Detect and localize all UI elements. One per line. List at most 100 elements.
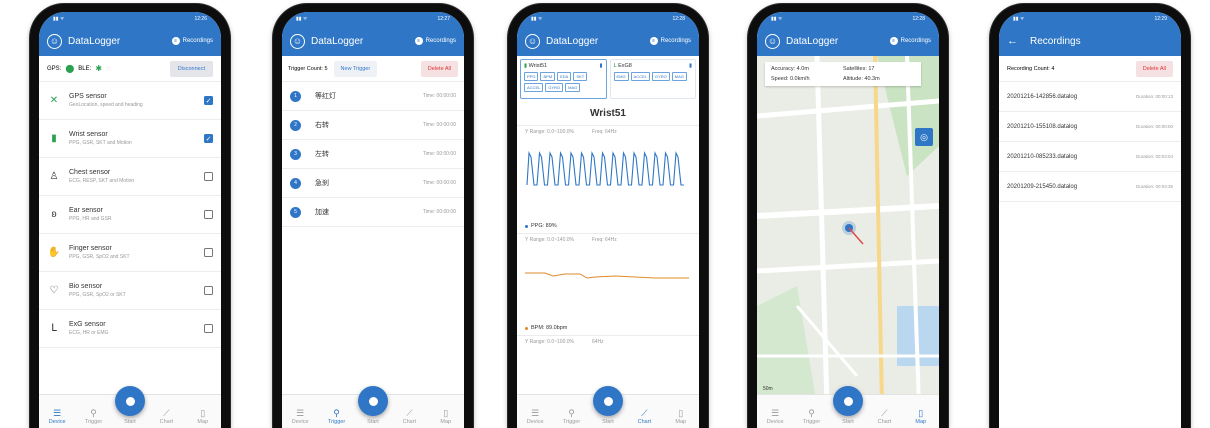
sensor-name: Chest sensor <box>69 169 111 176</box>
nav-start[interactable]: Start <box>833 418 863 425</box>
nav-chart[interactable]: ⟋ Chart <box>394 408 424 425</box>
sensor-name: ExG sensor <box>69 321 106 328</box>
battery-icon: ▮ <box>599 63 603 69</box>
sensor-checkbox[interactable]: ✓ <box>204 134 213 143</box>
recordings-button[interactable]: ≡ Recordings <box>649 37 691 45</box>
channel-chip[interactable]: SKT <box>573 72 588 81</box>
app-bar: ← Recordings <box>999 26 1181 56</box>
disconnect-button[interactable]: Disconnect <box>169 60 213 77</box>
nav-trigger[interactable]: ⚲ Trigger <box>322 408 352 425</box>
channel-chip[interactable]: EMG <box>613 72 629 81</box>
nav-trigger[interactable]: ⚲ Trigger <box>79 408 109 425</box>
signal-icon: ▮▮ ᯤ <box>1013 16 1025 22</box>
sensor-row[interactable]: ♡ Bio sensor PPG, GSR, SpO2 or SKT <box>39 272 221 310</box>
sensor-checkbox[interactable] <box>204 324 213 333</box>
recording-row[interactable]: 20201209-215450.datalog Duration: 00:03:3… <box>999 172 1181 202</box>
recording-row[interactable]: 20201210-085233.datalog Duration: 00:03:0… <box>999 142 1181 172</box>
nav-chart[interactable]: ⟋ Chart <box>869 408 899 425</box>
ear-icon: ʚ <box>51 209 57 220</box>
trigger-number: 1 <box>290 90 301 102</box>
nav-map[interactable]: ▯ Map <box>188 408 218 425</box>
channel-chip[interactable]: ACCEL <box>524 83 544 92</box>
list-icon: ☰ <box>771 408 780 418</box>
channel-chip[interactable]: ACCEL <box>630 72 650 81</box>
recording-row[interactable]: 20201216-142856.datalog Duration: 00:00:1… <box>999 82 1181 112</box>
device-cards: ▮ Wrist51 ▮ PPG BPM EDA SKT ACCEL GYRO MAG ᒪ Ex… <box>517 56 699 102</box>
device-card-exg8[interactable]: ᒪ ExG8 ▮ EMG ACCEL GYRO MAG <box>609 59 696 99</box>
nav-trigger[interactable]: ⚲ Trigger <box>797 408 827 425</box>
sensor-row[interactable]: ♙ Chest sensor ECG, RESP, SKT and Motion <box>39 158 221 196</box>
sensor-row[interactable]: ᒪ ExG sensor ECG, HR or EMG <box>39 310 221 348</box>
nav-map[interactable]: ▯ Map <box>906 408 936 425</box>
recording-row[interactable]: 20201210-155108.datalog Duration: 00:00:0… <box>999 112 1181 142</box>
sensor-checkbox[interactable]: ✓ <box>204 96 213 105</box>
trigger-row[interactable]: 1 等红灯 Time: 00:00:00 <box>282 82 464 111</box>
start-fab-button[interactable] <box>358 386 388 416</box>
start-fab-button[interactable] <box>593 386 623 416</box>
sensor-checkbox[interactable] <box>204 172 213 181</box>
sensor-desc: ECG, HR or EMG <box>69 330 109 336</box>
recording-duration: Duration: 00:03:35 <box>1135 184 1173 189</box>
sensor-checkbox[interactable] <box>204 286 213 295</box>
recordings-button[interactable]: ≡ Recordings <box>889 37 931 45</box>
channel-chip[interactable]: MAG <box>565 83 581 92</box>
ppg-waveform <box>526 150 684 186</box>
heart-icon: ♡ <box>49 285 59 296</box>
start-fab-button[interactable] <box>115 386 145 416</box>
chart-icon: ⟋ <box>406 408 413 418</box>
my-location-button[interactable]: ◎ <box>915 128 933 146</box>
selected-device-title: Wrist51 <box>590 108 626 119</box>
sensor-checkbox[interactable] <box>204 248 213 257</box>
device-content: GPS: ⬤ BLE: ✱ ◌ Disconnect ✕ GPS sensor G… <box>39 56 221 394</box>
channel-chip[interactable]: BPM <box>540 72 556 81</box>
status-bar: ▮▮ ᯤ 12:28 <box>757 12 939 26</box>
sensor-desc: PPG, GSR, SKT and Motion <box>69 140 132 146</box>
nav-start[interactable]: Start <box>593 418 623 425</box>
channel-chip[interactable]: PPG <box>524 72 539 81</box>
channel-chip[interactable]: EDA <box>557 72 572 81</box>
nav-device[interactable]: ☰ Device <box>760 408 790 425</box>
nav-chart[interactable]: ⟋ Chart <box>629 408 659 425</box>
channel-chip[interactable]: MAG <box>671 72 687 81</box>
bpm-value-label: BPM: 89.0bpm <box>517 321 699 335</box>
nav-chart[interactable]: ⟋ Chart <box>151 408 181 425</box>
chest-icon: ♙ <box>49 171 59 182</box>
new-trigger-button[interactable]: New Trigger <box>333 60 378 77</box>
record-icon <box>125 396 135 406</box>
recordings-button[interactable]: ≡ Recordings <box>414 37 456 45</box>
nav-device[interactable]: ☰ Device <box>520 408 550 425</box>
start-fab-button[interactable] <box>833 386 863 416</box>
spinner-icon: ◌ <box>106 64 111 73</box>
nav-map[interactable]: ▯ Map <box>431 408 461 425</box>
delete-all-button[interactable]: Delete All <box>420 60 458 77</box>
recordings-button[interactable]: ≡ Recordings <box>171 37 213 45</box>
sensor-row[interactable]: ✕ GPS sensor GeoLocation, speed and headi… <box>39 82 221 120</box>
sensor-checkbox[interactable] <box>204 210 213 219</box>
nav-device[interactable]: ☰ Device <box>285 408 315 425</box>
device-card-wrist51[interactable]: ▮ Wrist51 ▮ PPG BPM EDA SKT ACCEL GYRO MAG <box>520 59 607 99</box>
map-icon: ▯ <box>918 408 924 418</box>
nav-trigger[interactable]: ⚲ Trigger <box>557 408 587 425</box>
sensor-row[interactable]: ▮ Wrist sensor PPG, GSR, SKT and Motion ✓ <box>39 120 221 158</box>
nav-start[interactable]: Start <box>115 418 145 425</box>
nav-map[interactable]: ▯ Map <box>666 408 696 425</box>
trigger-row[interactable]: 4 急刹 Time: 00:00:00 <box>282 169 464 198</box>
sensor-row[interactable]: ʚ Ear sensor PPG, HR and GSR <box>39 196 221 234</box>
back-arrow-icon[interactable]: ← <box>1007 35 1018 47</box>
channel-chip[interactable]: GYRO <box>545 83 564 92</box>
altitude-value: Altitude: 40.3m <box>843 76 880 82</box>
map-icon: ▯ <box>443 408 449 418</box>
channel-chip[interactable]: GYRO <box>651 72 670 81</box>
trigger-row[interactable]: 5 加速 Time: 00:00:00 <box>282 198 464 227</box>
recording-name: 20201216-142856.datalog <box>1007 93 1078 100</box>
bluetooth-icon: ✱ <box>95 64 103 73</box>
chart-icon: ⟋ <box>881 408 888 418</box>
trigger-row[interactable]: 3 左转 Time: 00:00:00 <box>282 140 464 169</box>
nav-start[interactable]: Start <box>358 418 388 425</box>
nav-device[interactable]: ☰ Device <box>42 408 72 425</box>
map-view[interactable]: Accuracy: 4.0m Satellites: 17 Speed: 0.0… <box>757 56 939 394</box>
trigger-row[interactable]: 2 右转 Time: 00:00:00 <box>282 111 464 140</box>
sensor-row[interactable]: ✋ Finger sensor PPG, GSR, SpO2 and SKT <box>39 234 221 272</box>
delete-all-button[interactable]: Delete All <box>1135 60 1173 77</box>
sensor-name: Wrist sensor <box>69 131 108 138</box>
